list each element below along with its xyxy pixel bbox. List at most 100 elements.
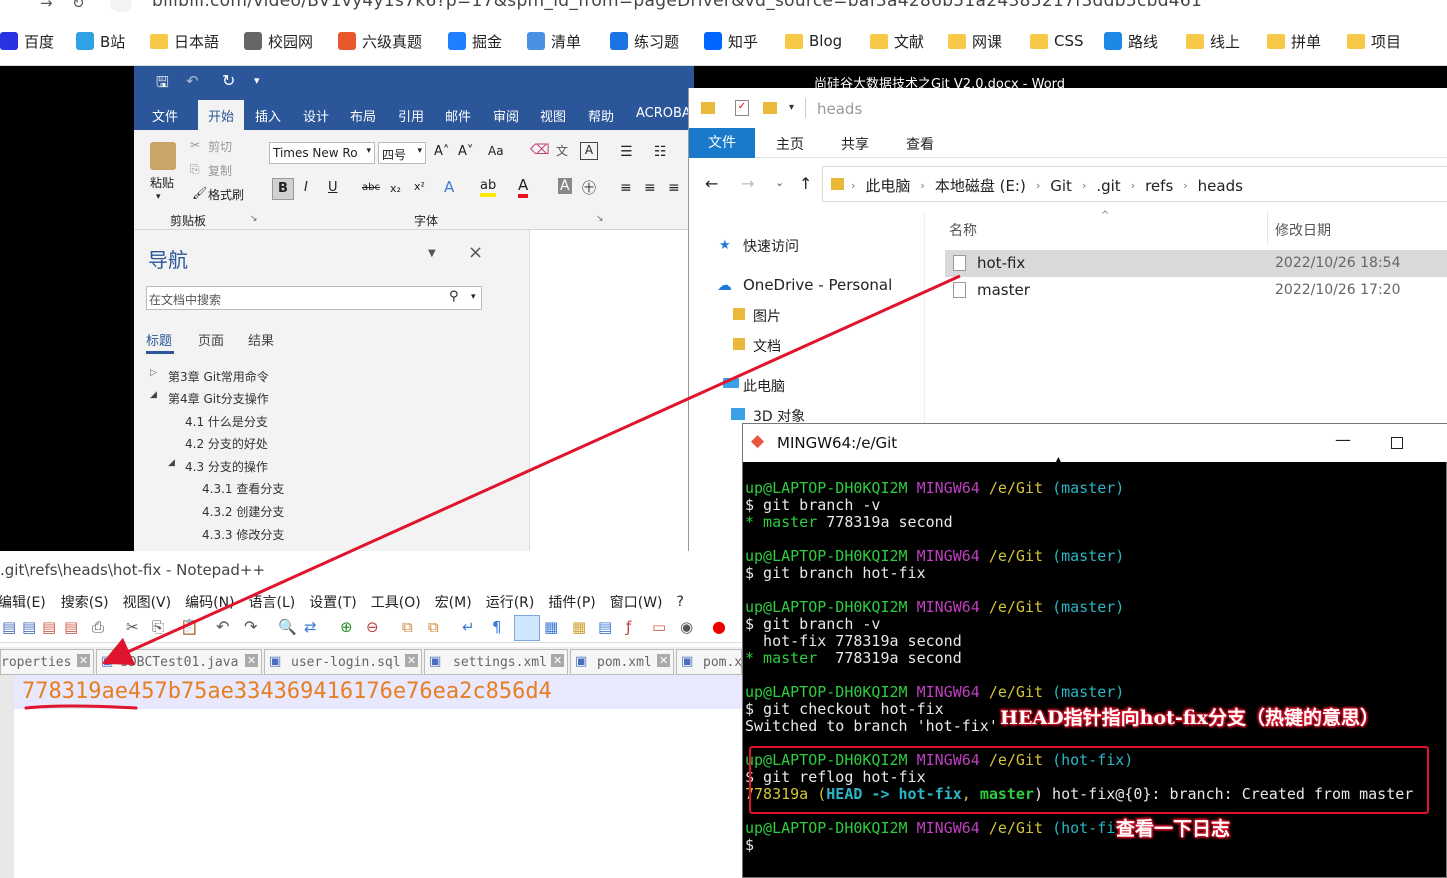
enclose-char-icon[interactable]: ㊉ bbox=[582, 178, 596, 198]
menu-tools[interactable]: 工具(O) bbox=[371, 592, 421, 612]
new-file-icon[interactable]: ▤ bbox=[2, 618, 16, 636]
quick-access-dropdown-icon[interactable]: ▾ bbox=[254, 74, 260, 87]
tab-view[interactable]: 视图 bbox=[540, 106, 566, 125]
tab-home[interactable]: 主页 bbox=[776, 134, 804, 154]
tab-acrobat[interactable]: ACROBA bbox=[636, 106, 691, 121]
replace-icon[interactable]: ⇄ bbox=[304, 618, 317, 636]
crumb-dotgit[interactable]: .git bbox=[1096, 177, 1120, 195]
file-tab[interactable]: ▣ user-login.sql ✕ bbox=[264, 649, 422, 675]
bookmark-2[interactable]: 日本語 bbox=[150, 29, 219, 53]
nav-item-4-3[interactable]: 4.3 分支的操作 bbox=[185, 458, 268, 475]
bookmark-9[interactable]: Blog bbox=[785, 29, 842, 53]
change-case-button[interactable]: Aa bbox=[488, 144, 504, 158]
up-icon[interactable]: ↑ bbox=[799, 174, 812, 193]
qat-dropdown-icon[interactable]: ▾ bbox=[789, 102, 794, 113]
font-name-select[interactable]: Times New Ro ▾ bbox=[269, 142, 375, 164]
phonetic-icon[interactable]: 文 bbox=[556, 142, 568, 159]
close-tab-icon[interactable]: ✕ bbox=[551, 654, 565, 667]
menu-encoding[interactable]: 编码(N) bbox=[185, 592, 234, 612]
file-tab[interactable]: ▣ settings.xml ✕ bbox=[424, 649, 568, 675]
nav-item-4-3-1[interactable]: 4.3.1 查看分支 bbox=[202, 480, 284, 497]
bookmark-6[interactable]: 清单 bbox=[527, 29, 581, 53]
nav-tab-headings[interactable]: 标题 bbox=[146, 330, 172, 349]
align-center-icon[interactable]: ≡ bbox=[644, 180, 656, 196]
subscript-button[interactable]: x₂ bbox=[390, 182, 401, 195]
prompt-cursor[interactable]: $ bbox=[745, 837, 754, 854]
text-effects-icon[interactable]: A bbox=[444, 178, 454, 196]
forward-icon[interactable]: → bbox=[741, 174, 754, 193]
search-icon[interactable]: ⚲ bbox=[449, 289, 459, 304]
tab-layout[interactable]: 布局 bbox=[350, 106, 376, 125]
show-all-chars-icon[interactable]: ¶ bbox=[492, 618, 502, 636]
open-file-icon[interactable]: ▤ bbox=[22, 618, 36, 636]
font-launcher-icon[interactable]: ↘ bbox=[596, 214, 604, 224]
tab-help[interactable]: 帮助 bbox=[588, 106, 614, 125]
file-tab[interactable]: ▣ JDBCTest01.java ✕ bbox=[96, 649, 262, 675]
underline-button[interactable]: U bbox=[328, 180, 338, 195]
save-icon[interactable]: 🖫 bbox=[156, 72, 169, 97]
cut-icon[interactable]: ✂ bbox=[190, 138, 200, 152]
bookmark-5[interactable]: 掘金 bbox=[448, 29, 502, 53]
bold-button[interactable]: B bbox=[272, 178, 294, 200]
expanded-icon[interactable]: ◢ bbox=[150, 390, 157, 400]
zoom-out-icon[interactable]: ⊖ bbox=[366, 618, 379, 636]
cut-icon[interactable]: ✂ bbox=[126, 618, 139, 636]
close-tab-icon[interactable]: ✕ bbox=[77, 654, 91, 667]
menu-window[interactable]: 窗口(W) bbox=[610, 592, 663, 612]
font-color-icon[interactable]: A bbox=[518, 176, 529, 198]
font-size-select[interactable]: 四号 ▾ bbox=[378, 142, 426, 164]
crumb-git[interactable]: Git bbox=[1050, 177, 1072, 195]
bookmark-13[interactable]: 路线 bbox=[1104, 29, 1158, 53]
sync-h-icon[interactable]: ⧉ bbox=[428, 618, 439, 636]
document-area[interactable] bbox=[530, 230, 694, 556]
col-date[interactable]: 修改日期 bbox=[1275, 220, 1331, 240]
bookmark-1[interactable]: B站 bbox=[76, 29, 125, 53]
redo-icon[interactable]: ↷ bbox=[244, 617, 257, 636]
maximize-icon[interactable] bbox=[1391, 437, 1403, 449]
tab-design[interactable]: 设计 bbox=[303, 106, 329, 125]
nav-item-4-1[interactable]: 4.1 什么是分支 bbox=[185, 413, 268, 430]
nav-options-icon[interactable]: ▼ bbox=[428, 248, 436, 259]
lang-icon[interactable]: ▦ bbox=[544, 618, 558, 636]
menu-plugins[interactable]: 插件(P) bbox=[548, 592, 595, 612]
clear-format-icon[interactable]: ⌫ bbox=[530, 142, 550, 158]
format-painter-button[interactable]: 格式刷 bbox=[208, 186, 244, 203]
tab-file[interactable]: 文件 bbox=[152, 106, 178, 125]
sidebar-quick-access[interactable]: 快速访问 bbox=[743, 236, 799, 256]
crumb-refs[interactable]: refs bbox=[1145, 177, 1173, 195]
sidebar-onedrive[interactable]: OneDrive - Personal bbox=[743, 276, 892, 294]
collapsed-icon[interactable]: ▷ bbox=[150, 368, 157, 378]
sync-v-icon[interactable]: ⧉ bbox=[402, 618, 413, 636]
site-info-icon[interactable] bbox=[110, 0, 132, 12]
search-dropdown-icon[interactable]: ▾ bbox=[471, 292, 476, 302]
back-icon[interactable]: ← bbox=[705, 174, 718, 193]
col-name[interactable]: 名称 bbox=[949, 220, 977, 240]
tab-home[interactable]: 开始 bbox=[208, 106, 234, 125]
map-icon[interactable]: ▦ bbox=[572, 618, 586, 636]
folder-workspace-icon[interactable]: ▭ bbox=[652, 618, 666, 636]
properties-icon[interactable]: ✓ bbox=[735, 100, 749, 116]
doc-list-icon[interactable]: ▤ bbox=[598, 618, 612, 636]
tab-references[interactable]: 引用 bbox=[398, 106, 424, 125]
tab-view[interactable]: 查看 bbox=[906, 134, 934, 154]
browser-address-bar[interactable]: → ↻ bilibili.com/video/BV1vy4y1s7k6?p=17… bbox=[0, 0, 1447, 14]
save-file-icon[interactable]: ▤ bbox=[42, 618, 56, 636]
menu-macro[interactable]: 宏(M) bbox=[435, 592, 472, 612]
nav-item-ch4[interactable]: 第4章 Git分支操作 bbox=[168, 390, 269, 407]
nav-item-4-3-3[interactable]: 4.3.3 修改分支 bbox=[202, 526, 284, 543]
crumb-this-pc[interactable]: 此电脑 bbox=[865, 175, 910, 196]
file-tab[interactable]: ▣ pom.xml ✕ bbox=[570, 649, 674, 675]
tab-share[interactable]: 共享 bbox=[841, 134, 869, 154]
paste-dropdown-icon[interactable]: ▾ bbox=[156, 192, 161, 202]
bullets-icon[interactable]: ☰ bbox=[620, 144, 633, 160]
sidebar-documents[interactable]: 文档 bbox=[753, 336, 781, 356]
tab-review[interactable]: 审阅 bbox=[493, 106, 519, 125]
align-left-icon[interactable]: ≡ bbox=[620, 180, 632, 196]
shrink-font-icon[interactable]: A˅ bbox=[458, 144, 473, 159]
paste-icon[interactable]: 📋 bbox=[180, 618, 199, 636]
monitor-icon[interactable]: ◉ bbox=[680, 618, 693, 636]
menu-language[interactable]: 语言(L) bbox=[249, 592, 296, 612]
undo-icon[interactable]: ↶ bbox=[186, 72, 199, 90]
paste-icon[interactable] bbox=[150, 142, 176, 170]
copy-icon[interactable]: ⎘ bbox=[190, 162, 200, 177]
